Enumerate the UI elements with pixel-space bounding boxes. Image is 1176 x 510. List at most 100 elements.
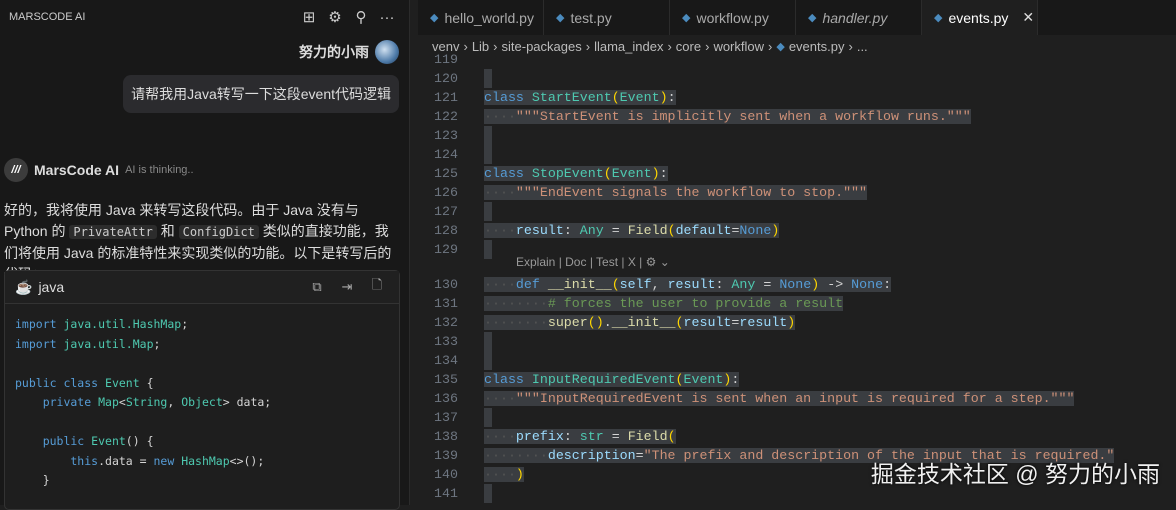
code-line[interactable] bbox=[484, 145, 492, 164]
code-token: : bbox=[731, 372, 740, 387]
code-line[interactable]: ········# forces the user to provide a r… bbox=[484, 294, 844, 313]
line-number: 130 bbox=[434, 277, 458, 292]
selected-text: class StartEvent(Event): bbox=[484, 90, 676, 105]
selection-marker bbox=[484, 332, 492, 351]
new-chat-icon[interactable]: ⊞ bbox=[296, 8, 322, 26]
code-token: ; bbox=[181, 317, 189, 331]
code-line[interactable] bbox=[484, 240, 492, 259]
code-line[interactable] bbox=[484, 332, 492, 351]
panel-title: MARSCODE AI bbox=[9, 11, 86, 23]
code-line[interactable]: ····prefix: str = Field( bbox=[484, 427, 676, 446]
line-number: 125 bbox=[434, 166, 458, 181]
line-number: 122 bbox=[434, 109, 458, 124]
code-token: public bbox=[15, 434, 92, 448]
code-line[interactable]: class InputRequiredEvent(Event): bbox=[484, 370, 740, 389]
code-token: this bbox=[15, 453, 99, 468]
code-token: java.util. bbox=[63, 317, 133, 331]
code-line[interactable]: class StopEvent(Event): bbox=[484, 164, 668, 183]
code-token: <>(); bbox=[229, 453, 265, 468]
line-number: 129 bbox=[434, 242, 458, 257]
code-token: = bbox=[755, 277, 780, 292]
code-token: ( bbox=[675, 372, 684, 387]
code-line[interactable] bbox=[484, 484, 492, 503]
selection-marker bbox=[484, 240, 492, 259]
feedback-icon[interactable]: ⚲ bbox=[348, 8, 374, 26]
python-file-icon: ◆ bbox=[808, 12, 817, 24]
code-line[interactable] bbox=[484, 126, 492, 145]
code-token: : bbox=[659, 166, 668, 181]
code-line[interactable]: ····"""EndEvent signals the workflow to … bbox=[484, 183, 868, 202]
line-number: 123 bbox=[434, 128, 458, 143]
code-token: = bbox=[603, 223, 628, 238]
code-language: java bbox=[38, 279, 65, 295]
code-token: ········ bbox=[484, 448, 548, 463]
insert-code-icon[interactable]: ⇥ bbox=[335, 279, 359, 295]
ai-header: /// MarsCode AI AI is thinking.. bbox=[4, 158, 194, 182]
copy-icon[interactable]: ⧉ bbox=[305, 279, 329, 295]
tab-workflow-py[interactable]: ◆ workflow.py bbox=[670, 0, 796, 35]
breadcrumb-item[interactable]: ... bbox=[857, 39, 868, 54]
code-token: Any bbox=[579, 223, 604, 238]
code-token: : bbox=[883, 277, 892, 292]
selection-marker bbox=[484, 145, 492, 164]
code-line[interactable] bbox=[484, 408, 492, 427]
code-token: Field bbox=[627, 223, 668, 238]
line-number: 136 bbox=[434, 391, 458, 406]
code-line[interactable] bbox=[484, 202, 492, 221]
more-icon[interactable]: ··· bbox=[374, 9, 400, 26]
breadcrumb-item[interactable]: core bbox=[676, 39, 701, 54]
line-number: 126 bbox=[434, 185, 458, 200]
python-file-icon: ◆ bbox=[776, 40, 785, 53]
code-line[interactable]: ····) bbox=[484, 465, 524, 484]
line-number: 135 bbox=[434, 372, 458, 387]
gear-icon[interactable]: ⚙ bbox=[322, 8, 348, 26]
new-file-icon[interactable]: 🗋 bbox=[365, 276, 389, 298]
code-line[interactable]: class StartEvent(Event): bbox=[484, 88, 676, 107]
code-line[interactable]: ····def __init__(self, result: Any = Non… bbox=[484, 275, 892, 294]
code-token: java.util. bbox=[63, 336, 133, 351]
code-token: , bbox=[167, 395, 182, 409]
code-token: ( bbox=[611, 90, 620, 105]
tab-label: hello_world.py bbox=[444, 9, 534, 26]
code-token: None bbox=[739, 223, 772, 238]
codelens-actions[interactable]: Explain | Doc | Test | X | ⚙ ⌄ bbox=[516, 255, 670, 269]
code-line[interactable]: ····"""StartEvent is implicitly sent whe… bbox=[484, 107, 971, 126]
tab-hello_world-py[interactable]: ◆ hello_world.py bbox=[418, 0, 544, 35]
selection-marker bbox=[484, 69, 492, 88]
code-line[interactable]: ····"""InputRequiredEvent is sent when a… bbox=[484, 389, 1075, 408]
code-token: import bbox=[15, 336, 64, 351]
selection-marker bbox=[484, 126, 492, 145]
breadcrumb-item[interactable]: events.py bbox=[789, 39, 845, 54]
tab-events-py[interactable]: ◆ events.py ✕ bbox=[922, 0, 1038, 35]
code-line[interactable] bbox=[484, 69, 492, 88]
tab-test-py[interactable]: ◆ test.py bbox=[544, 0, 670, 35]
breadcrumb-item[interactable]: Lib bbox=[472, 39, 489, 54]
breadcrumb-item[interactable]: workflow bbox=[713, 39, 764, 54]
code-token: , bbox=[651, 277, 668, 292]
code-token: () bbox=[587, 315, 604, 330]
code-block-header: ☕ java ⧉ ⇥ 🗋 bbox=[5, 271, 399, 304]
code-token: ) bbox=[659, 90, 668, 105]
code-token: -> bbox=[819, 277, 852, 292]
line-number: 120 bbox=[434, 71, 458, 86]
code-line[interactable]: ········super().__init__(result=result) bbox=[484, 313, 796, 332]
code-token: ; bbox=[153, 336, 161, 351]
chevron-right-icon: › bbox=[705, 38, 710, 54]
close-icon[interactable]: ✕ bbox=[1022, 9, 1034, 26]
code-line[interactable]: ····result: Any = Field(default=None) bbox=[484, 221, 780, 240]
breadcrumb-item[interactable]: site-packages bbox=[502, 39, 582, 54]
code-token: ( bbox=[603, 166, 612, 181]
code-token: } bbox=[15, 473, 50, 487]
tab-label: test.py bbox=[570, 9, 612, 26]
code-token: def bbox=[515, 277, 548, 292]
user-header: 努力的小雨 bbox=[299, 40, 399, 64]
tab-handler-py[interactable]: ◆ handler.py bbox=[796, 0, 922, 35]
code-token: class bbox=[484, 90, 532, 105]
breadcrumb-item[interactable]: llama_index bbox=[594, 39, 663, 54]
selected-text: ····prefix: str = Field( bbox=[484, 429, 676, 444]
code-line[interactable] bbox=[484, 351, 492, 370]
code-editor[interactable]: Explain | Doc | Test | X | ⚙ ⌄ 119 120 121… bbox=[418, 52, 1176, 505]
code-token: """InputRequiredEvent is sent when an in… bbox=[515, 391, 1075, 406]
chevron-right-icon: › bbox=[667, 38, 672, 54]
code-token: ) bbox=[771, 223, 780, 238]
